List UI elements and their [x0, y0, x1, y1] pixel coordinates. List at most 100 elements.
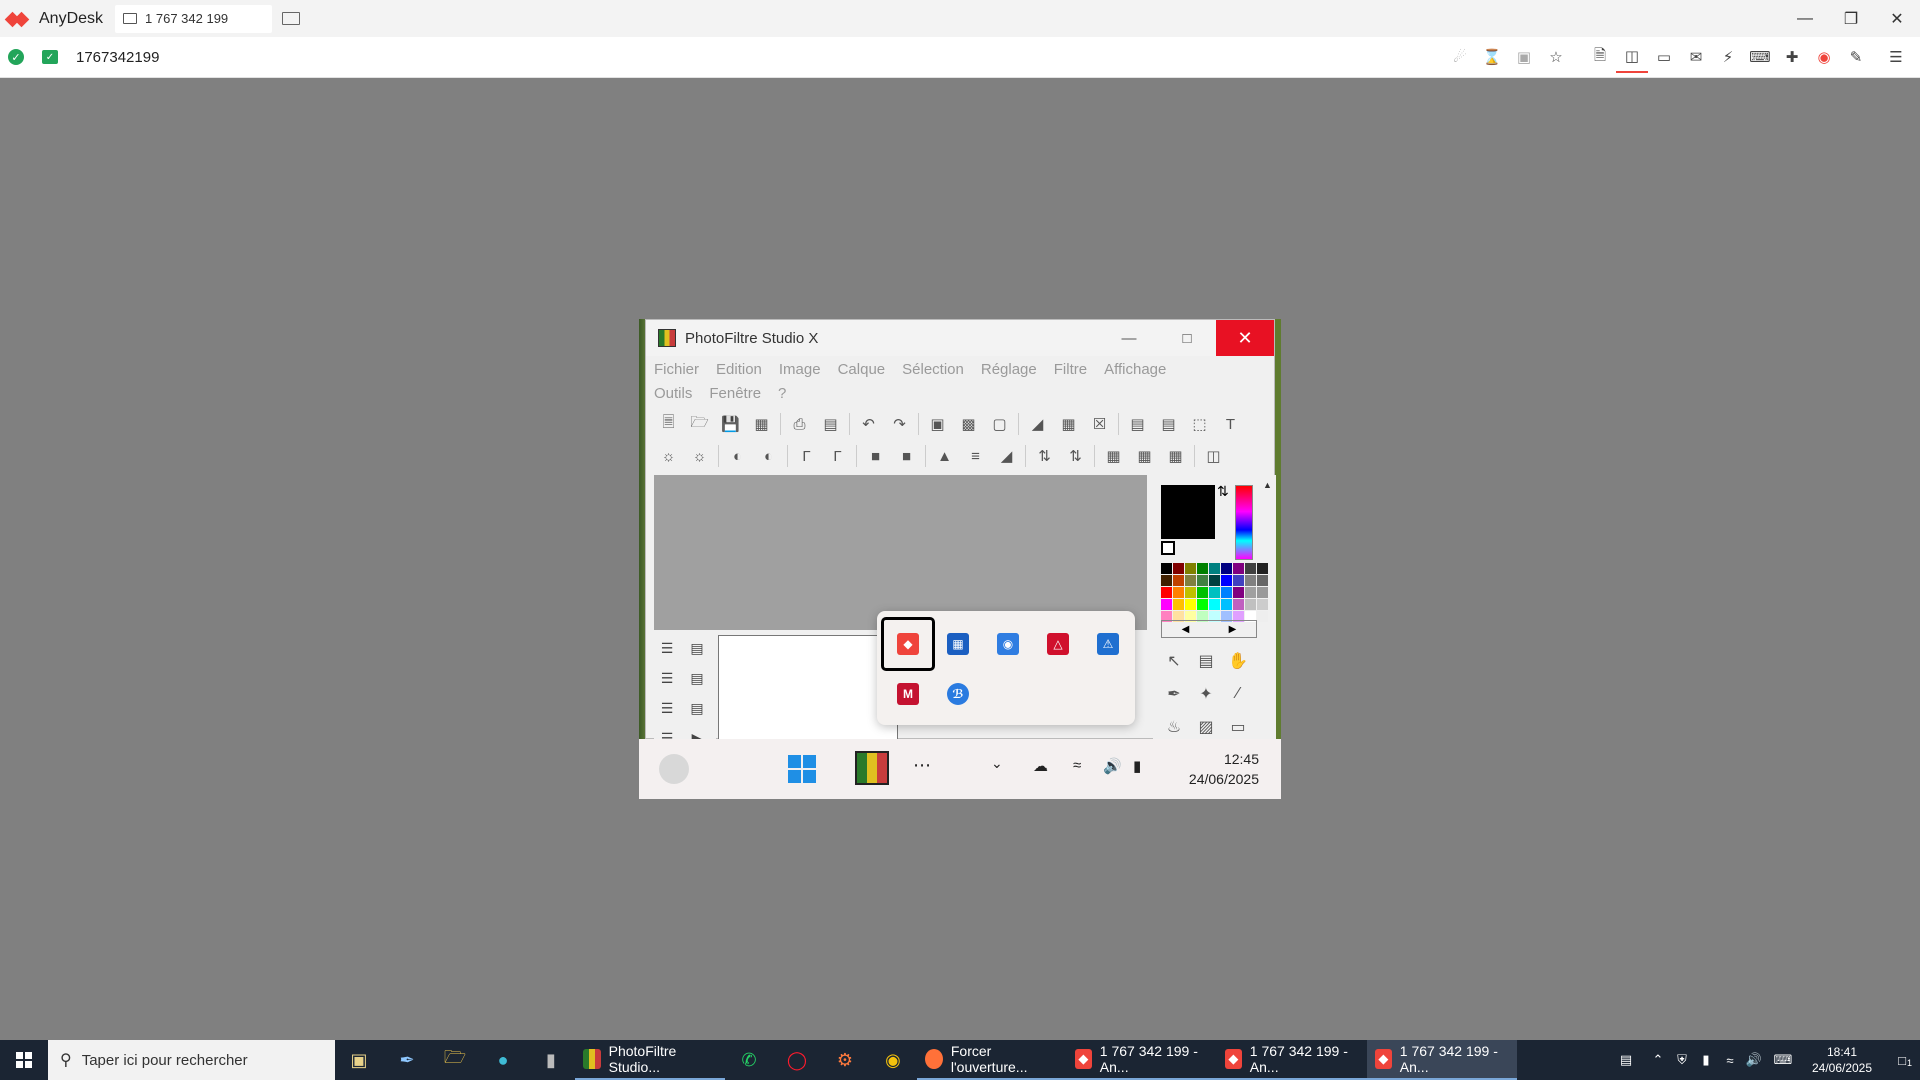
background-color[interactable]: [1161, 541, 1175, 555]
favorite-icon[interactable]: ☆: [1540, 41, 1572, 73]
contrast-down-icon[interactable]: ◐: [722, 441, 753, 471]
minimize-button[interactable]: —: [1782, 0, 1828, 37]
auto-contrast-2-icon[interactable]: ⇅: [1060, 441, 1091, 471]
record-icon[interactable]: ◉: [1808, 41, 1840, 73]
tree-image-icon[interactable]: ▤: [684, 636, 710, 660]
adjust-icon[interactable]: ≡: [960, 441, 991, 471]
spray-tool-icon[interactable]: ▨: [1193, 714, 1219, 740]
volume-icon[interactable]: 🔊: [1742, 1040, 1766, 1080]
saturation-down-icon[interactable]: ■: [860, 441, 891, 471]
scan-icon[interactable]: ▤: [815, 409, 846, 439]
opera-icon[interactable]: ◯: [773, 1040, 821, 1080]
notes-app-icon[interactable]: ▣: [335, 1040, 383, 1080]
contrast-up-icon[interactable]: ◐: [753, 441, 784, 471]
permissions-icon[interactable]: ✚: [1776, 41, 1808, 73]
gamma-down-icon[interactable]: Γ: [791, 441, 822, 471]
usb-app-icon[interactable]: ▮: [527, 1040, 575, 1080]
undo-icon[interactable]: ↶: [853, 409, 884, 439]
security-icon[interactable]: ⛨: [1670, 1040, 1694, 1080]
open-folder-icon[interactable]: 🗁: [684, 409, 715, 439]
taskbar-app-photofiltre[interactable]: PhotoFiltre Studio...: [575, 1040, 725, 1080]
news-widget-icon[interactable]: ▤: [1606, 1040, 1646, 1080]
menu-reglage[interactable]: Réglage: [981, 358, 1037, 382]
brightness-up-icon[interactable]: ☼: [684, 441, 715, 471]
auto-levels-icon[interactable]: ⇅: [1029, 441, 1060, 471]
selection-icon[interactable]: ⬚: [1184, 409, 1215, 439]
tray-mcafee-item[interactable]: M: [891, 677, 925, 711]
eraser-tool-icon[interactable]: ▭: [1225, 714, 1251, 740]
pf-image-canvas[interactable]: [718, 635, 898, 740]
magic-wand-tool-icon[interactable]: ✦: [1193, 681, 1219, 707]
battery-icon[interactable]: ▮: [1694, 1040, 1718, 1080]
restore-button[interactable]: ❐: [1828, 0, 1874, 37]
taskbar-app-anydesk-2[interactable]: ◆ 1 767 342 199 - An...: [1217, 1040, 1367, 1080]
start-button[interactable]: [0, 1040, 48, 1080]
taskbar-app-anydesk-3[interactable]: ◆ 1 767 342 199 - An...: [1367, 1040, 1517, 1080]
curves-icon[interactable]: ◢: [991, 441, 1022, 471]
hourglass-icon[interactable]: ⌛: [1476, 41, 1508, 73]
menu-calque[interactable]: Calque: [838, 358, 886, 382]
remote-battery-icon[interactable]: ▮: [1133, 757, 1141, 775]
taskbar-app-anydesk-1[interactable]: ◆ 1 767 342 199 - An...: [1067, 1040, 1217, 1080]
whiteboard-icon[interactable]: ✎: [1840, 41, 1872, 73]
fit-image-icon[interactable]: ▢: [984, 409, 1015, 439]
chrome-icon[interactable]: ◉: [869, 1040, 917, 1080]
menu-filtre[interactable]: Filtre: [1054, 358, 1087, 382]
eyedropper-tool-icon[interactable]: ✒: [1161, 681, 1187, 707]
taskbar-clock[interactable]: 18:41 24/06/2025: [1800, 1044, 1884, 1076]
transform-icon[interactable]: ☒: [1084, 409, 1115, 439]
tree-icon[interactable]: ☰: [654, 636, 680, 660]
brightness-down-icon[interactable]: ☼: [653, 441, 684, 471]
keyboard-layout-icon[interactable]: ⌨: [1766, 1040, 1800, 1080]
pf-close-button[interactable]: ✕: [1216, 320, 1274, 356]
save-icon[interactable]: 💾: [715, 409, 746, 439]
print-icon[interactable]: ⎙: [784, 409, 815, 439]
auto-level-icon[interactable]: ▤: [1153, 409, 1184, 439]
fill-tool-icon[interactable]: ♨: [1161, 714, 1187, 740]
line-tool-icon[interactable]: ∕: [1225, 681, 1251, 707]
tray-acrobat-item[interactable]: △: [1041, 627, 1075, 661]
color-palette[interactable]: [1161, 563, 1268, 622]
tray-anydesk-item[interactable]: ◆: [881, 617, 935, 671]
mirror-icon[interactable]: ◫: [1198, 441, 1229, 471]
filter-mosaic-icon[interactable]: ▦: [1129, 441, 1160, 471]
display-icon[interactable]: ▭: [1648, 41, 1680, 73]
palette-next-icon[interactable]: ▶: [1229, 624, 1237, 635]
chat-icon[interactable]: ✉: [1680, 41, 1712, 73]
pen-app-icon[interactable]: ✒: [383, 1040, 431, 1080]
remote-onedrive-icon[interactable]: ☁: [1033, 757, 1048, 775]
pf-maximize-button[interactable]: □: [1158, 320, 1216, 356]
gradient-icon[interactable]: ◢: [1022, 409, 1053, 439]
privacy-icon[interactable]: ☄: [1444, 41, 1476, 73]
color-spectrum[interactable]: [1235, 485, 1253, 560]
session-tab[interactable]: 1 767 342 199: [115, 4, 273, 33]
menu-outils[interactable]: Outils: [654, 382, 692, 406]
save-all-icon[interactable]: ▦: [746, 409, 777, 439]
palette-prev-icon[interactable]: ◀: [1182, 624, 1190, 635]
menu-affichage[interactable]: Affichage: [1104, 358, 1166, 382]
tray-widgets-item[interactable]: ▦: [941, 627, 975, 661]
whatsapp-icon[interactable]: ✆: [725, 1040, 773, 1080]
file-transfer-icon[interactable]: 🗎: [1584, 41, 1616, 73]
folder-tree-icon[interactable]: ☰: [654, 666, 680, 690]
remote-more-icon[interactable]: ⋯: [913, 755, 931, 776]
menu-icon[interactable]: ☰: [1880, 41, 1912, 73]
tray-bluetooth-item[interactable]: ℬ: [941, 677, 975, 711]
redo-icon[interactable]: ↷: [884, 409, 915, 439]
node-image-icon[interactable]: ▤: [684, 696, 710, 720]
hand-tool-icon[interactable]: ✋: [1225, 648, 1251, 674]
notifications-icon[interactable]: □ 1: [1884, 1040, 1920, 1080]
remote-screen[interactable]: PhotoFiltre Studio X — □ ✕ Fichier Editi…: [639, 319, 1281, 799]
wifi-icon[interactable]: ≈: [1718, 1040, 1742, 1080]
gamma-up-icon[interactable]: Γ: [822, 441, 853, 471]
new-session-icon[interactable]: [282, 12, 301, 25]
remote-clock[interactable]: 12:45 24/06/2025: [1189, 749, 1259, 789]
tray-security-item[interactable]: ⚠: [1091, 627, 1125, 661]
tray-camera-item[interactable]: ◉: [991, 627, 1025, 661]
database-icon[interactable]: ▣: [1508, 41, 1540, 73]
close-button[interactable]: ✕: [1874, 0, 1920, 37]
actions-icon[interactable]: ⚡: [1712, 41, 1744, 73]
remote-weather-icon[interactable]: [659, 754, 689, 784]
menu-help[interactable]: ?: [778, 382, 786, 406]
menu-fenetre[interactable]: Fenêtre: [709, 382, 761, 406]
